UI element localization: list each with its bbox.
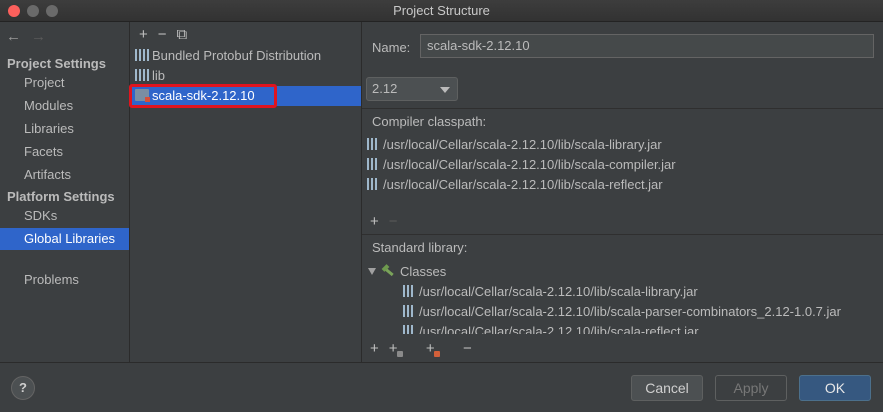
add-library-root-button[interactable]: + bbox=[370, 340, 379, 357]
name-label: Name: bbox=[372, 40, 411, 55]
compiler-classpath-header: Compiler classpath: bbox=[362, 108, 883, 134]
scala-version-value: 2.12 bbox=[372, 81, 398, 96]
apply-button[interactable]: Apply bbox=[715, 375, 787, 401]
nav-item-project[interactable]: Project bbox=[0, 72, 129, 94]
library-icon bbox=[135, 49, 149, 61]
list-item[interactable]: /usr/local/Cellar/scala-2.12.10/lib/scal… bbox=[403, 302, 841, 322]
library-details-panel: Name: scala-sdk-2.12.10 2.12 Compiler cl… bbox=[361, 22, 883, 362]
platform-settings-header: Platform Settings bbox=[7, 189, 115, 204]
nav-item-libraries[interactable]: Libraries bbox=[0, 118, 129, 140]
jar-icon bbox=[367, 138, 377, 150]
project-settings-header: Project Settings bbox=[7, 56, 106, 71]
library-item[interactable]: Bundled Protobuf Distribution bbox=[131, 46, 361, 66]
highlight-box bbox=[129, 84, 277, 108]
chevron-down-icon bbox=[440, 87, 450, 93]
standard-library-header: Standard library: bbox=[362, 234, 883, 260]
classpath-toolbar: + − bbox=[370, 213, 408, 230]
library-item-label: lib bbox=[152, 68, 166, 83]
name-field[interactable]: scala-sdk-2.12.10 bbox=[420, 34, 874, 58]
jar-badge-icon bbox=[433, 351, 440, 357]
add-classpath-button[interactable]: + bbox=[370, 213, 379, 230]
ok-button[interactable]: OK bbox=[799, 375, 871, 401]
dialog-footer: ? Cancel Apply OK bbox=[0, 362, 883, 412]
settings-nav: ← → Project Settings Project Modules Libr… bbox=[0, 22, 130, 362]
jar-icon bbox=[403, 285, 413, 297]
standard-library-toolbar: + + + − bbox=[370, 340, 482, 357]
list-item[interactable]: /usr/local/Cellar/scala-2.12.10/lib/scal… bbox=[367, 175, 663, 195]
help-button[interactable]: ? bbox=[11, 376, 35, 400]
jar-icon bbox=[367, 158, 377, 170]
jar-path: /usr/local/Cellar/scala-2.12.10/lib/scal… bbox=[419, 304, 841, 319]
arrow-right-icon[interactable]: → bbox=[31, 28, 46, 45]
jar-path: /usr/local/Cellar/scala-2.12.10/lib/scal… bbox=[383, 177, 663, 192]
nav-item-sdks[interactable]: SDKs bbox=[0, 205, 129, 227]
classes-node[interactable]: Classes bbox=[368, 262, 446, 282]
classes-label: Classes bbox=[400, 264, 447, 279]
add-root-button[interactable]: + bbox=[389, 340, 408, 357]
compiler-classpath-list: /usr/local/Cellar/scala-2.12.10/lib/scal… bbox=[362, 132, 883, 212]
nav-item-artifacts[interactable]: Artifacts bbox=[0, 164, 129, 186]
window-title: Project Structure bbox=[393, 3, 490, 18]
nav-item-modules[interactable]: Modules bbox=[0, 95, 129, 117]
jar-icon bbox=[403, 325, 413, 334]
arrow-left-icon[interactable]: ← bbox=[6, 28, 21, 45]
list-item[interactable]: /usr/local/Cellar/scala-2.12.10/lib/scal… bbox=[367, 155, 676, 175]
nav-arrows: ← → bbox=[6, 28, 56, 45]
jar-path: /usr/local/Cellar/scala-2.12.10/lib/scal… bbox=[419, 284, 698, 299]
remove-library-button[interactable]: − bbox=[158, 26, 167, 43]
copy-icon[interactable]: ⧉ bbox=[177, 26, 188, 43]
jar-path: /usr/local/Cellar/scala-2.12.10/lib/scal… bbox=[383, 137, 662, 152]
library-item[interactable]: lib bbox=[131, 66, 361, 86]
library-icon bbox=[135, 69, 149, 81]
library-item-label: Bundled Protobuf Distribution bbox=[152, 48, 322, 63]
scala-version-select[interactable]: 2.12 bbox=[366, 77, 458, 101]
nav-item-global-libraries[interactable]: Global Libraries bbox=[0, 228, 129, 250]
list-item[interactable]: /usr/local/Cellar/scala-2.12.10/lib/scal… bbox=[367, 135, 662, 155]
nav-item-facets[interactable]: Facets bbox=[0, 141, 129, 163]
title-bar: Project Structure bbox=[0, 0, 883, 22]
list-item[interactable]: /usr/local/Cellar/scala-2.12.10/lib/scal… bbox=[403, 282, 698, 302]
list-item[interactable]: /usr/local/Cellar/scala-2.12.10/lib/scal… bbox=[403, 322, 699, 334]
remove-root-button[interactable]: − bbox=[463, 340, 472, 357]
nav-item-problems[interactable]: Problems bbox=[0, 269, 129, 291]
add-jar-button[interactable]: + bbox=[426, 340, 445, 357]
remove-classpath-button[interactable]: − bbox=[389, 213, 398, 230]
expand-triangle-icon[interactable] bbox=[368, 268, 376, 275]
attach-icon bbox=[396, 351, 403, 357]
jar-path: /usr/local/Cellar/scala-2.12.10/lib/scal… bbox=[419, 324, 699, 334]
add-library-button[interactable]: + bbox=[139, 26, 148, 43]
jar-path: /usr/local/Cellar/scala-2.12.10/lib/scal… bbox=[383, 157, 676, 172]
hammer-icon bbox=[381, 265, 395, 277]
cancel-button[interactable]: Cancel bbox=[631, 375, 703, 401]
library-toolbar: + − ⧉ bbox=[139, 26, 197, 43]
standard-library-tree: Classes /usr/local/Cellar/scala-2.12.10/… bbox=[362, 260, 883, 334]
jar-icon bbox=[367, 178, 377, 190]
jar-icon bbox=[403, 305, 413, 317]
library-list-panel: + − ⧉ Bundled Protobuf Distribution lib sc… bbox=[131, 22, 361, 362]
